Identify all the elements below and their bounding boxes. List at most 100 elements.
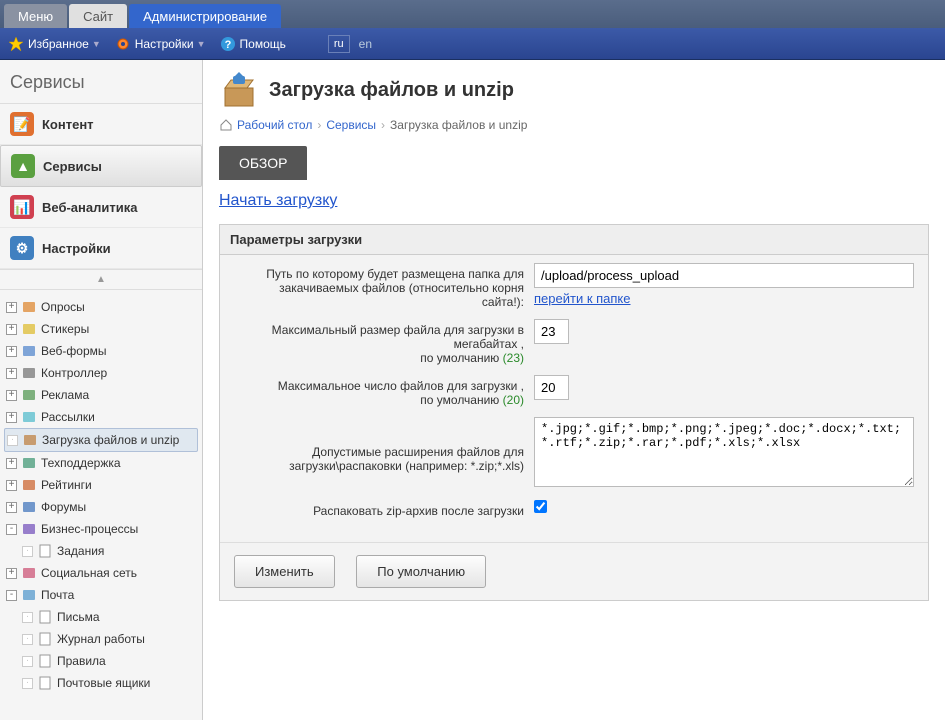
tree-label: Стикеры: [41, 322, 89, 336]
start-upload-link[interactable]: Начать загрузку: [219, 192, 337, 210]
tree-label: Загрузка файлов и unzip: [42, 433, 179, 447]
tree-toggle[interactable]: -: [6, 524, 17, 535]
tree-toggle[interactable]: +: [6, 390, 17, 401]
folder-icon: [21, 499, 37, 515]
breadcrumb-sep: ›: [317, 118, 321, 132]
tree-item[interactable]: · Загрузка файлов и unzip: [4, 428, 198, 452]
help-label: Помощь: [240, 37, 286, 51]
tree-toggle[interactable]: +: [6, 568, 17, 579]
tree-label: Опросы: [41, 300, 85, 314]
tree-item-child[interactable]: ·Почтовые ящики: [4, 672, 198, 694]
breadcrumb-home[interactable]: Рабочий стол: [237, 118, 312, 132]
default-button[interactable]: По умолчанию: [356, 555, 486, 588]
goto-folder-link[interactable]: перейти к папке: [534, 291, 631, 306]
gear-icon: [115, 36, 131, 52]
tree-toggle[interactable]: ·: [7, 435, 18, 446]
tree-label: Социальная сеть: [41, 566, 137, 580]
bignav-item-3[interactable]: ⚙Настройки: [0, 228, 202, 269]
tree-toggle[interactable]: +: [6, 302, 17, 313]
tree-toggle[interactable]: ·: [22, 656, 33, 667]
tree-item-child[interactable]: ·Задания: [4, 540, 198, 562]
tree-toggle[interactable]: +: [6, 368, 17, 379]
folder-icon: [21, 565, 37, 581]
tree-item[interactable]: -Почта: [4, 584, 198, 606]
tab-menu[interactable]: Меню: [4, 4, 67, 28]
tab-overview[interactable]: ОБЗОР: [219, 146, 307, 180]
tree-toggle[interactable]: +: [6, 458, 17, 469]
sidebar-tree: +Опросы+Стикеры+Веб-формы+Контроллер+Рек…: [0, 290, 202, 700]
tree-item-child[interactable]: ·Правила: [4, 650, 198, 672]
tree-label: Реклама: [41, 388, 89, 402]
tab-admin[interactable]: Администрирование: [129, 4, 281, 28]
main-content: Загрузка файлов и unzip Рабочий стол › С…: [203, 60, 945, 720]
page-header: Загрузка файлов и unzip: [219, 70, 929, 110]
favorites-menu[interactable]: Избранное ▼: [8, 36, 101, 52]
panel-title: Параметры загрузки: [220, 225, 928, 255]
extensions-input[interactable]: *.jpg;*.gif;*.bmp;*.png;*.jpeg;*.doc;*.d…: [534, 417, 914, 487]
sidebar-title: Сервисы: [0, 60, 202, 104]
folder-icon: [21, 387, 37, 403]
tree-toggle[interactable]: ·: [22, 678, 33, 689]
lang-en[interactable]: en: [354, 35, 377, 53]
folder-icon: [21, 409, 37, 425]
sidebar: Сервисы 📝Контент▲Сервисы📊Веб-аналитика⚙Н…: [0, 60, 203, 720]
tree-label: Рассылки: [41, 410, 95, 424]
tree-item[interactable]: + Реклама: [4, 384, 198, 406]
tree-toggle[interactable]: +: [6, 502, 17, 513]
tree-label: Контроллер: [41, 366, 107, 380]
change-button[interactable]: Изменить: [234, 555, 335, 588]
chevron-down-icon: ▼: [197, 39, 206, 49]
breadcrumb-sep: ›: [381, 118, 385, 132]
bignav-label: Настройки: [42, 241, 111, 256]
tab-site[interactable]: Сайт: [69, 4, 127, 28]
folder-icon: [21, 343, 37, 359]
tree-item[interactable]: + Социальная сеть: [4, 562, 198, 584]
folder-icon: [21, 587, 37, 603]
tree-item[interactable]: + Контроллер: [4, 362, 198, 384]
settings-label: Настройки: [135, 37, 194, 51]
tree-item-child[interactable]: ·Письма: [4, 606, 198, 628]
folder-icon: [21, 365, 37, 381]
collapse-handle[interactable]: ▲: [0, 270, 202, 290]
maxsize-input[interactable]: [534, 319, 569, 344]
tree-toggle[interactable]: ·: [22, 612, 33, 623]
maxsize-label: Максимальный размер файла для загрузки в…: [234, 319, 534, 365]
help-icon: ?: [220, 36, 236, 52]
folder-icon: [21, 455, 37, 471]
breadcrumb-services[interactable]: Сервисы: [326, 118, 376, 132]
page-icon: [37, 653, 53, 669]
maxfiles-input[interactable]: [534, 375, 569, 400]
tree-item[interactable]: -Бизнес-процессы: [4, 518, 198, 540]
path-input[interactable]: [534, 263, 914, 288]
bignav-icon: 📊: [10, 195, 34, 219]
page-icon: [37, 609, 53, 625]
tree-item[interactable]: +Техподдержка: [4, 452, 198, 474]
breadcrumb: Рабочий стол › Сервисы › Загрузка файлов…: [219, 118, 929, 132]
tree-toggle[interactable]: ·: [22, 546, 33, 557]
tree-item[interactable]: + Рассылки: [4, 406, 198, 428]
tree-item[interactable]: +Рейтинги: [4, 474, 198, 496]
star-icon: [8, 36, 24, 52]
help-menu[interactable]: ? Помощь: [220, 36, 286, 52]
bignav-item-0[interactable]: 📝Контент: [0, 104, 202, 145]
tree-toggle[interactable]: +: [6, 346, 17, 357]
unzip-checkbox[interactable]: [534, 500, 547, 513]
box-upload-icon: [219, 70, 259, 110]
tree-item-child[interactable]: ·Журнал работы: [4, 628, 198, 650]
bignav-item-1[interactable]: ▲Сервисы: [0, 145, 202, 187]
tree-toggle[interactable]: +: [6, 480, 17, 491]
tree-toggle[interactable]: +: [6, 324, 17, 335]
tree-item[interactable]: + Опросы: [4, 296, 198, 318]
bignav-item-2[interactable]: 📊Веб-аналитика: [0, 187, 202, 228]
settings-menu[interactable]: Настройки ▼: [115, 36, 206, 52]
tree-item[interactable]: + Стикеры: [4, 318, 198, 340]
tree-toggle[interactable]: ·: [22, 634, 33, 645]
tree-item[interactable]: +Форумы: [4, 496, 198, 518]
tree-item[interactable]: +Веб-формы: [4, 340, 198, 362]
tree-toggle[interactable]: +: [6, 412, 17, 423]
page-title: Загрузка файлов и unzip: [269, 79, 514, 102]
tree-toggle[interactable]: -: [6, 590, 17, 601]
folder-icon: [21, 321, 37, 337]
path-label: Путь по которому будет размещена папка д…: [234, 263, 534, 309]
lang-ru[interactable]: ru: [328, 35, 350, 53]
